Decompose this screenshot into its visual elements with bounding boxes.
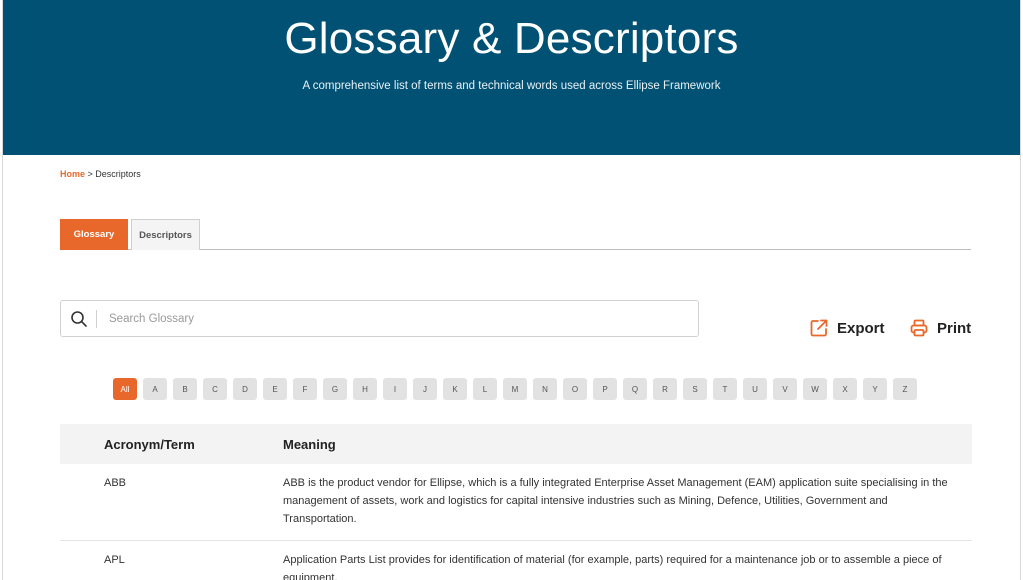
print-label: Print — [937, 319, 972, 337]
search-input[interactable] — [109, 309, 679, 329]
letter-filter-r[interactable]: R — [653, 378, 677, 400]
alphabet-filter: All A B C D E F G H I J K L M N O P Q R S T U V W X Y Z — [113, 378, 923, 400]
letter-filter-j[interactable]: J — [413, 378, 437, 400]
export-button[interactable]: Export — [809, 318, 885, 338]
letter-filter-u[interactable]: U — [743, 378, 767, 400]
page-header: Glossary & Descriptors A comprehensive l… — [3, 0, 1020, 155]
breadcrumb-separator: > — [85, 169, 96, 179]
letter-filter-g[interactable]: G — [323, 378, 347, 400]
letter-filter-q[interactable]: Q — [623, 378, 647, 400]
letter-filter-v[interactable]: V — [773, 378, 797, 400]
letter-filter-y[interactable]: Y — [863, 378, 887, 400]
letter-filter-m[interactable]: M — [503, 378, 527, 400]
tab-bar: Glossary Descriptors — [60, 219, 971, 250]
letter-filter-c[interactable]: C — [203, 378, 227, 400]
column-header-term: Acronym/Term — [104, 437, 195, 452]
export-label: Export — [837, 319, 885, 337]
row-term: APL — [104, 554, 125, 566]
letter-filter-all[interactable]: All — [113, 378, 137, 400]
letter-filter-t[interactable]: T — [713, 378, 737, 400]
tab-glossary[interactable]: Glossary — [60, 219, 128, 250]
search-divider — [96, 310, 97, 328]
breadcrumb-home-link[interactable]: Home — [60, 169, 85, 179]
printer-icon — [910, 319, 928, 337]
row-term: ABB — [104, 477, 127, 489]
letter-filter-d[interactable]: D — [233, 378, 257, 400]
breadcrumb: Home > Descriptors — [60, 169, 141, 179]
letter-filter-w[interactable]: W — [803, 378, 827, 400]
search-icon[interactable] — [70, 310, 88, 328]
page-frame: Glossary & Descriptors A comprehensive l… — [2, 0, 1021, 580]
letter-filter-n[interactable]: N — [533, 378, 557, 400]
page-title: Glossary & Descriptors — [284, 14, 739, 63]
print-button[interactable]: Print — [909, 318, 971, 338]
page-subtitle: A comprehensive list of terms and techni… — [302, 80, 721, 92]
letter-filter-h[interactable]: H — [353, 378, 377, 400]
letter-filter-z[interactable]: Z — [893, 378, 917, 400]
letter-filter-o[interactable]: O — [563, 378, 587, 400]
breadcrumb-current: Descriptors — [95, 169, 141, 179]
table-header: Acronym/Term Meaning — [60, 424, 972, 464]
letter-filter-p[interactable]: P — [593, 378, 617, 400]
letter-filter-a[interactable]: A — [143, 378, 167, 400]
letter-filter-s[interactable]: S — [683, 378, 707, 400]
table-row: ABB ABB is the product vendor for Ellips… — [60, 464, 972, 541]
tab-descriptors[interactable]: Descriptors — [131, 219, 200, 250]
search-box — [60, 300, 699, 337]
row-meaning: ABB is the product vendor for Ellipse, w… — [283, 477, 948, 525]
letter-filter-b[interactable]: B — [173, 378, 197, 400]
glossary-table: Acronym/Term Meaning ABB ABB is the prod… — [60, 424, 972, 580]
row-meaning: Application Parts List provides for iden… — [283, 554, 942, 580]
export-icon — [810, 319, 828, 337]
letter-filter-x[interactable]: X — [833, 378, 857, 400]
letter-filter-f[interactable]: F — [293, 378, 317, 400]
letter-filter-k[interactable]: K — [443, 378, 467, 400]
letter-filter-i[interactable]: I — [383, 378, 407, 400]
table-row: APL Application Parts List provides for … — [60, 541, 972, 580]
letter-filter-e[interactable]: E — [263, 378, 287, 400]
column-header-meaning: Meaning — [283, 437, 336, 452]
letter-filter-l[interactable]: L — [473, 378, 497, 400]
